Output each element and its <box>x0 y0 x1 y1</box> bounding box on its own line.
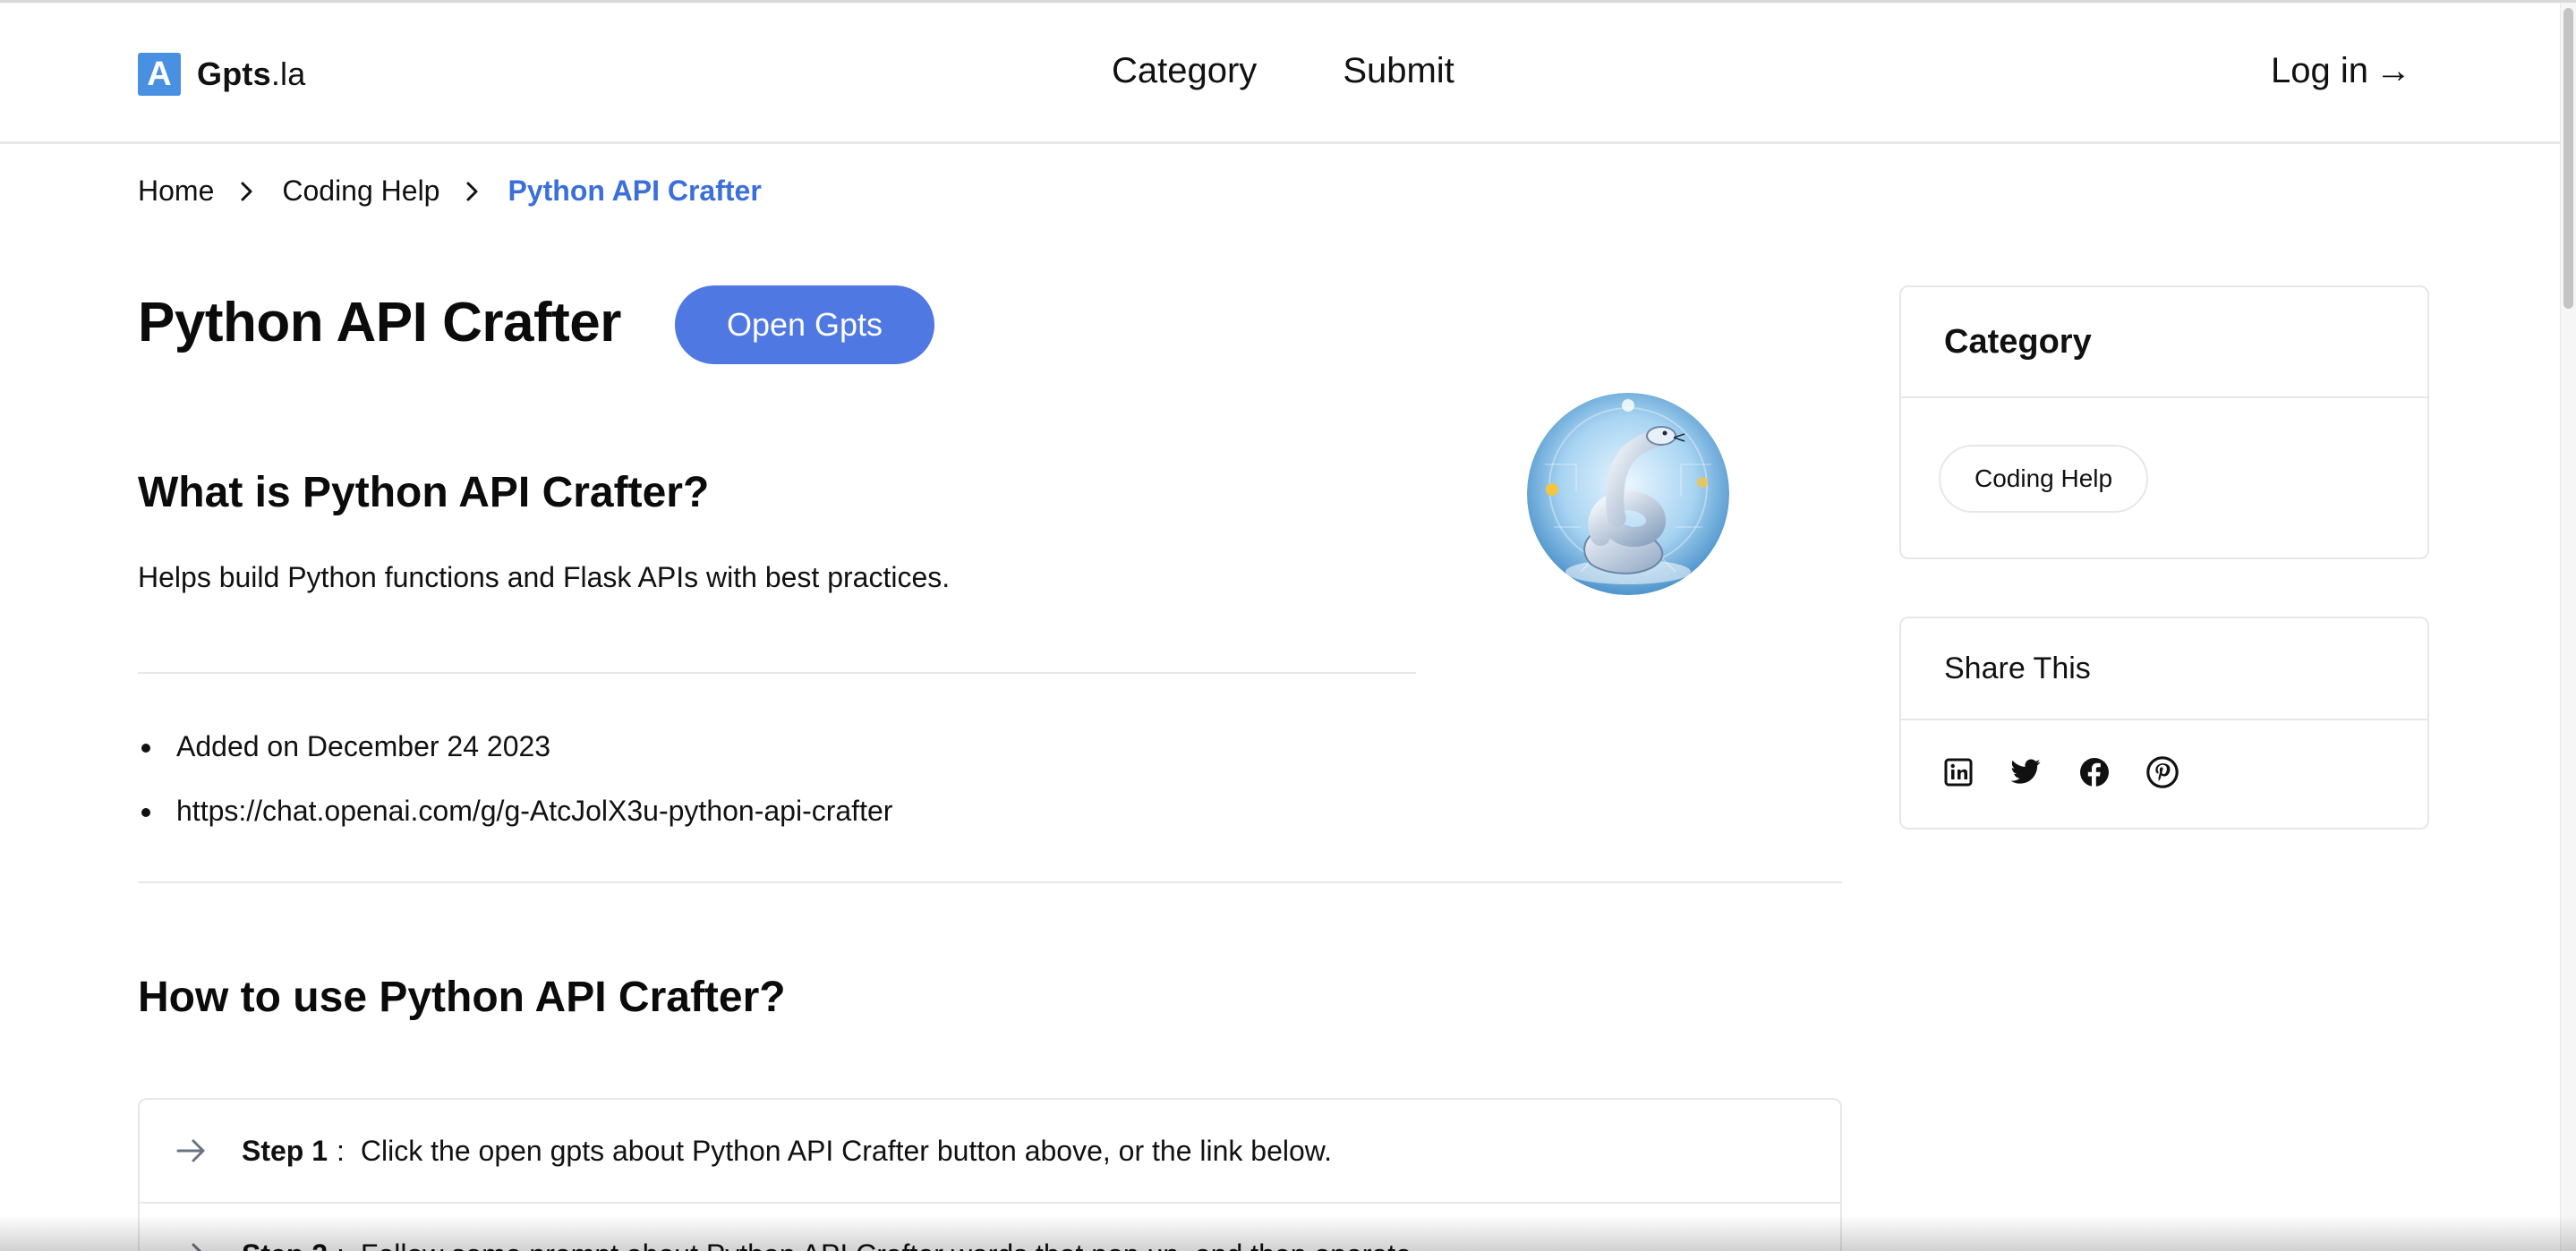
pinterest-icon[interactable] <box>2146 756 2179 788</box>
gpt-description: Helps build Python functions and Flask A… <box>138 561 951 593</box>
step-item: Step 1 : Click the open gpts about Pytho… <box>140 1100 1840 1204</box>
linkedin-icon[interactable] <box>1942 756 1975 788</box>
breadcrumb-home[interactable]: Home <box>138 174 214 208</box>
step-text: Follow some prompt about Python API Craf… <box>361 1238 1420 1251</box>
logo-mark: A <box>138 53 181 96</box>
page: A Gpts.la Category Submit Log in → Home … <box>0 0 2576 1251</box>
arrow-right-icon <box>174 1237 209 1251</box>
site-logo[interactable]: A Gpts.la <box>138 53 305 96</box>
category-card-title: Category <box>1901 287 2427 398</box>
breadcrumb-category[interactable]: Coding Help <box>282 174 439 208</box>
added-date: Added on December 24 2023 <box>138 722 892 787</box>
step-text: Click the open gpts about Python API Cra… <box>360 1134 1333 1167</box>
nav-submit-link[interactable]: Submit <box>1343 51 1454 91</box>
step-label: Step 2 <box>242 1238 328 1251</box>
scrollbar-thumb[interactable] <box>2563 8 2573 309</box>
chevron-right-icon <box>463 182 482 201</box>
section-divider <box>138 672 1416 674</box>
login-link[interactable]: Log in → <box>2271 51 2411 91</box>
logo-name: Gpts <box>197 55 271 92</box>
gpt-url-link[interactable]: https://chat.openai.com/g/g-AtcJolX3u-py… <box>138 787 892 851</box>
logo-suffix: .la <box>270 55 306 92</box>
step-label: Step 1 <box>242 1134 328 1167</box>
share-card: Share This <box>1899 617 2429 830</box>
section-divider <box>138 881 1842 883</box>
category-card: Category Coding Help <box>1899 285 2429 559</box>
gpt-avatar <box>1527 393 1729 595</box>
page-title: Python API Crafter <box>138 292 621 353</box>
chevron-right-icon <box>237 182 257 201</box>
login-label: Log in <box>2271 51 2368 90</box>
site-header: A Gpts.la Category Submit Log in → <box>0 3 2560 144</box>
open-gpts-button[interactable]: Open Gpts <box>675 285 934 364</box>
facebook-icon[interactable] <box>2078 756 2111 788</box>
how-to-heading: How to use Python API Crafter? <box>138 974 786 1021</box>
arrow-right-icon: → <box>2376 51 2411 90</box>
steps-list: Step 1 : Click the open gpts about Pytho… <box>138 1098 1842 1251</box>
what-is-heading: What is Python API Crafter? <box>138 469 710 516</box>
logo-text: Gpts.la <box>197 55 305 93</box>
nav-category-link[interactable]: Category <box>1112 51 1257 91</box>
twitter-icon[interactable] <box>2010 756 2043 788</box>
page-scrollbar[interactable] <box>2560 3 2576 1251</box>
breadcrumb-current[interactable]: Python API Crafter <box>508 174 761 208</box>
gpt-meta-list: Added on December 24 2023 https://chat.o… <box>138 722 892 851</box>
category-tag[interactable]: Coding Help <box>1939 445 2149 513</box>
breadcrumb: Home Coding Help Python API Crafter <box>138 174 762 208</box>
share-card-title: Share This <box>1901 618 2427 720</box>
main-nav: Category Submit <box>1112 51 1454 91</box>
arrow-right-icon <box>174 1133 209 1169</box>
step-item: Step 2 : Follow some prompt about Python… <box>140 1204 1840 1251</box>
share-icons <box>1942 756 2179 788</box>
